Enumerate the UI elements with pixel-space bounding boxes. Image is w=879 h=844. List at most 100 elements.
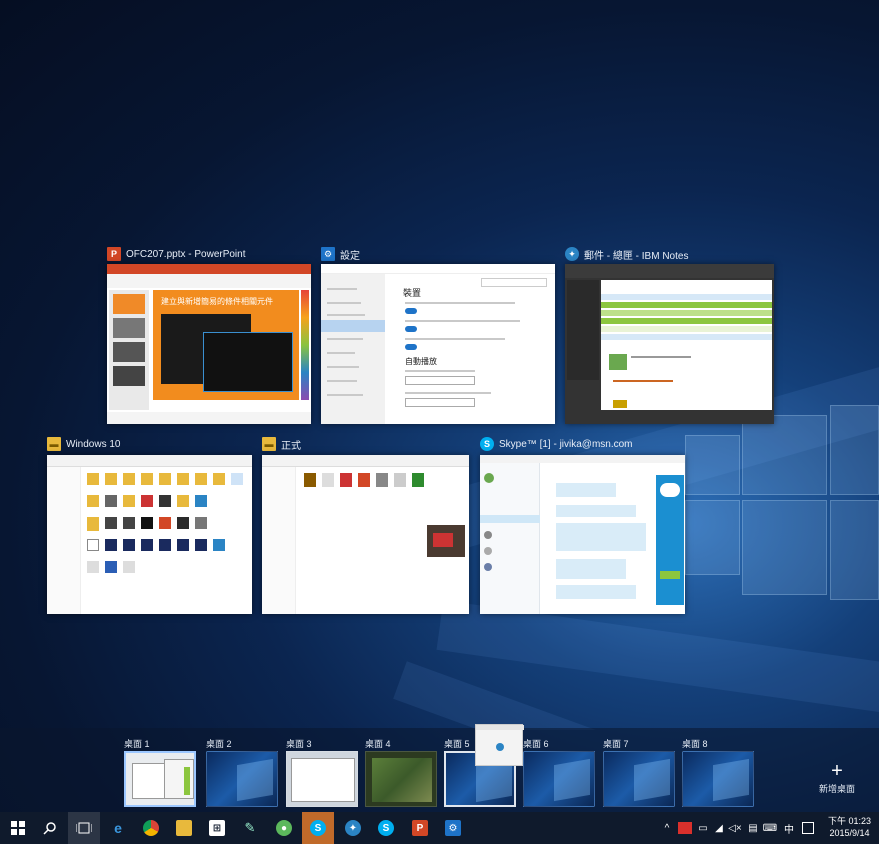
start-button[interactable]	[2, 812, 34, 844]
taskbar-chrome[interactable]	[135, 812, 167, 844]
file-icon[interactable]	[159, 495, 171, 507]
taskbar-file-explorer[interactable]	[168, 812, 200, 844]
mail-row[interactable]	[601, 326, 772, 332]
tray-chevron-icon[interactable]: ^	[660, 823, 674, 834]
file-icon[interactable]	[213, 473, 225, 485]
file-icon[interactable]	[105, 539, 117, 551]
file-icon[interactable]	[87, 473, 99, 485]
desktop-thumbnail-8[interactable]	[682, 751, 754, 807]
file-icon[interactable]	[177, 473, 189, 485]
taskbar-app[interactable]: ●	[268, 812, 300, 844]
desktop-thumbnail-6[interactable]	[523, 751, 595, 807]
taskbar-store[interactable]: ⊞	[201, 812, 233, 844]
window-title-formal-folder[interactable]: ▬ 正式	[262, 436, 301, 452]
file-icon[interactable]	[123, 517, 135, 529]
file-icon[interactable]	[231, 473, 243, 485]
window-thumbnail-powerpoint[interactable]: 建立與新增簡易的條件相關元件	[107, 264, 311, 424]
file-icon[interactable]	[304, 473, 316, 487]
file-icon[interactable]	[177, 495, 189, 507]
taskbar-settings[interactable]: ⚙	[437, 812, 469, 844]
file-icon[interactable]	[177, 539, 189, 551]
mail-row[interactable]	[601, 294, 772, 300]
taskbar-powerpoint[interactable]: P	[404, 812, 436, 844]
new-desktop-button[interactable]: + 新增桌面	[812, 761, 862, 795]
window-title-skype[interactable]: S Skype™ [1] - jivika@msn.com	[480, 436, 633, 452]
action-center-icon[interactable]: ▤	[746, 823, 760, 834]
window-title-settings[interactable]: ⚙ 設定	[321, 246, 360, 262]
settings-nav-selected[interactable]	[321, 320, 385, 332]
file-icon[interactable]	[105, 473, 117, 485]
window-title-ibm-notes[interactable]: ✦ 郵件 - 總匣 - IBM Notes	[565, 246, 688, 262]
file-icon[interactable]	[412, 473, 424, 487]
file-icon[interactable]	[376, 473, 388, 487]
autoplay-dropdown[interactable]	[405, 398, 475, 407]
window-title-windows10-folder[interactable]: ▬ Windows 10	[47, 436, 120, 452]
file-icon[interactable]	[394, 473, 406, 487]
file-icon[interactable]	[87, 539, 99, 551]
file-icon[interactable]	[141, 495, 153, 507]
taskbar-edge[interactable]: e	[102, 812, 134, 844]
file-icon[interactable]	[195, 473, 207, 485]
mail-row[interactable]	[601, 334, 772, 340]
desktop-thumbnail-4[interactable]	[365, 751, 437, 807]
notification-icon[interactable]	[802, 822, 814, 834]
file-icon[interactable]	[340, 473, 352, 487]
taskbar-skype-alt[interactable]: S	[302, 812, 334, 844]
file-icon[interactable]	[322, 473, 334, 487]
toggle-switch[interactable]	[405, 326, 417, 332]
file-icon[interactable]	[87, 517, 99, 531]
file-icon[interactable]	[141, 539, 153, 551]
window-thumbnail-ibm-notes[interactable]	[565, 264, 774, 424]
taskbar-clock[interactable]: 下午 01:23 2015/9/14	[828, 815, 871, 839]
file-icon[interactable]	[195, 495, 207, 507]
file-icon[interactable]	[159, 473, 171, 485]
autoplay-dropdown[interactable]	[405, 376, 475, 385]
file-icon[interactable]	[123, 495, 135, 507]
skype-ad-banner[interactable]	[656, 475, 684, 605]
file-icon[interactable]	[195, 539, 207, 551]
contact-selected[interactable]	[480, 515, 540, 523]
ad-button[interactable]	[660, 571, 680, 579]
file-icon[interactable]	[123, 539, 135, 551]
mail-row[interactable]	[601, 302, 772, 308]
ime-indicator[interactable]: 中	[782, 821, 796, 836]
window-thumbnail-skype[interactable]	[480, 455, 685, 614]
search-button[interactable]	[34, 812, 66, 844]
network-icon[interactable]: ▭	[696, 823, 710, 834]
file-icon[interactable]	[159, 539, 171, 551]
mail-row[interactable]	[601, 318, 772, 324]
toggle-switch[interactable]	[405, 344, 417, 350]
taskbar-app[interactable]: ✎	[234, 812, 266, 844]
file-icon[interactable]	[195, 517, 207, 529]
desktop-thumbnail-7[interactable]	[603, 751, 675, 807]
window-thumbnail-formal-folder[interactable]	[262, 455, 469, 614]
taskbar-skype[interactable]: S	[370, 812, 402, 844]
file-icon[interactable]	[141, 473, 153, 485]
window-title-powerpoint[interactable]: P OFC207.pptx - PowerPoint	[107, 246, 246, 262]
taskbar-ibm-notes[interactable]: ✦	[337, 812, 369, 844]
task-view-button[interactable]	[68, 812, 100, 844]
file-icon[interactable]	[141, 517, 153, 529]
window-thumbnail-windows10-folder[interactable]	[47, 455, 252, 614]
file-icon[interactable]	[177, 517, 189, 529]
file-icon[interactable]	[87, 561, 99, 573]
file-icon[interactable]	[105, 561, 117, 573]
file-icon[interactable]	[123, 561, 135, 573]
keyboard-icon[interactable]: ⌨	[762, 823, 778, 834]
desktop-thumbnail-2[interactable]	[206, 751, 278, 807]
acrobat-tray-icon[interactable]	[678, 822, 692, 834]
volume-mute-icon[interactable]: ◁×	[728, 823, 742, 834]
file-icon[interactable]	[105, 517, 117, 529]
mail-row[interactable]	[601, 310, 772, 316]
settings-search-input[interactable]	[481, 278, 547, 287]
dragging-window-preview[interactable]	[475, 724, 524, 766]
file-icon[interactable]	[213, 539, 225, 551]
file-icon[interactable]	[105, 495, 117, 507]
wifi-icon[interactable]: ◢	[712, 823, 726, 834]
file-icon[interactable]	[123, 473, 135, 485]
desktop-thumbnail-3[interactable]	[286, 751, 358, 807]
desktop-thumbnail-1[interactable]	[124, 751, 196, 807]
window-thumbnail-settings[interactable]: 裝置 自動播放	[321, 264, 555, 424]
file-icon[interactable]	[87, 495, 99, 507]
file-icon[interactable]	[159, 517, 171, 529]
